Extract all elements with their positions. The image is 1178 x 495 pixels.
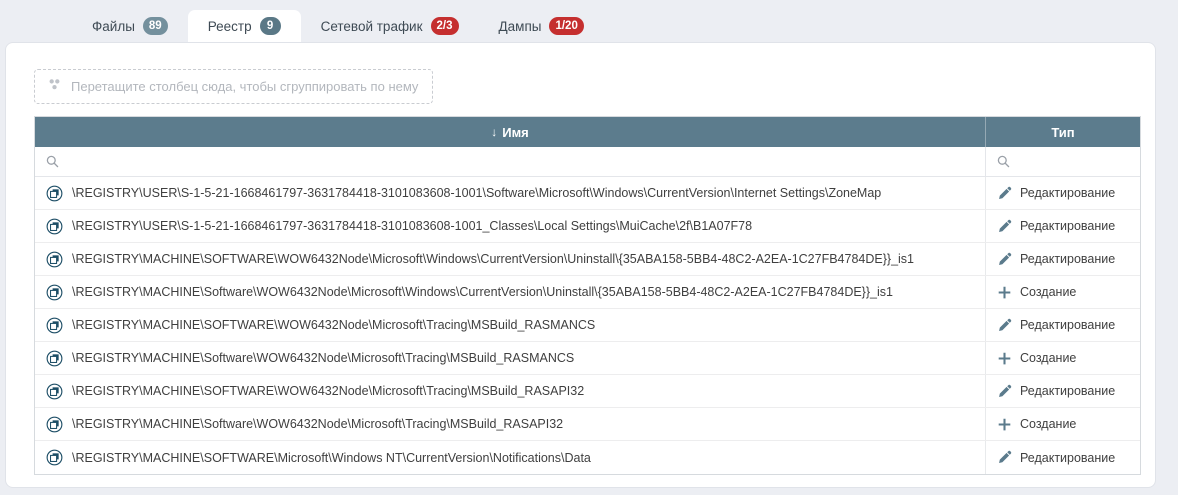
tab-registry[interactable]: Реестр 9: [188, 10, 301, 42]
registry-key-icon: [46, 284, 63, 301]
type-label: Создание: [1020, 285, 1076, 299]
table-row[interactable]: \REGISTRY\USER\S-1-5-21-1668461797-36317…: [35, 210, 1140, 243]
plus-icon: [996, 284, 1012, 300]
name-cell: \REGISTRY\MACHINE\SOFTWARE\WOW6432Node\M…: [35, 375, 985, 407]
pencil-icon: [996, 185, 1012, 201]
registry-path: \REGISTRY\MACHINE\Software\WOW6432Node\M…: [72, 285, 893, 299]
table-row[interactable]: \REGISTRY\MACHINE\SOFTWARE\WOW6432Node\M…: [35, 309, 1140, 342]
registry-path: \REGISTRY\MACHINE\Software\WOW6432Node\M…: [72, 351, 574, 365]
type-cell: Редактирование: [985, 441, 1140, 474]
name-filter-cell: [35, 147, 985, 176]
table-row[interactable]: \REGISTRY\MACHINE\Software\WOW6432Node\M…: [35, 276, 1140, 309]
tab-registry-label: Реестр: [208, 19, 252, 34]
registry-path: \REGISTRY\USER\S-1-5-21-1668461797-36317…: [72, 219, 752, 233]
table-row[interactable]: \REGISTRY\MACHINE\Software\WOW6432Node\M…: [35, 408, 1140, 441]
name-cell: \REGISTRY\MACHINE\SOFTWARE\Microsoft\Win…: [35, 441, 985, 474]
tab-network-traffic[interactable]: Сетевой трафик 2/3: [301, 10, 479, 42]
column-header-type[interactable]: Тип: [985, 117, 1140, 147]
name-cell: \REGISTRY\MACHINE\Software\WOW6432Node\M…: [35, 408, 985, 440]
name-cell: \REGISTRY\MACHINE\Software\WOW6432Node\M…: [35, 276, 985, 308]
type-label: Редактирование: [1020, 318, 1115, 332]
registry-path: \REGISTRY\USER\S-1-5-21-1668461797-36317…: [72, 186, 881, 200]
name-cell: \REGISTRY\MACHINE\Software\WOW6432Node\M…: [35, 342, 985, 374]
dumps-count-badge: 1/20: [549, 17, 583, 35]
tab-network-traffic-label: Сетевой трафик: [321, 19, 423, 34]
type-label: Создание: [1020, 351, 1076, 365]
tab-dumps-label: Дампы: [499, 19, 542, 34]
tab-dumps[interactable]: Дампы 1/20: [479, 10, 604, 42]
table-row[interactable]: \REGISTRY\USER\S-1-5-21-1668461797-36317…: [35, 177, 1140, 210]
pencil-icon: [996, 218, 1012, 234]
type-cell: Создание: [985, 276, 1140, 308]
type-cell: Создание: [985, 342, 1140, 374]
registry-key-icon: [46, 317, 63, 334]
registry-panel: Перетащите столбец сюда, чтобы сгруппиро…: [5, 42, 1156, 488]
registry-key-icon: [46, 449, 63, 466]
network-traffic-count-badge: 2/3: [431, 17, 459, 35]
type-label: Редактирование: [1020, 451, 1115, 465]
type-filter-input[interactable]: [1017, 155, 1178, 169]
column-header-name[interactable]: ↓ Имя: [35, 117, 985, 147]
registry-key-icon: [46, 416, 63, 433]
tab-files-label: Файлы: [92, 19, 135, 34]
name-cell: \REGISTRY\MACHINE\SOFTWARE\WOW6432Node\M…: [35, 243, 985, 275]
type-cell: Редактирование: [985, 210, 1140, 242]
type-cell: Редактирование: [985, 375, 1140, 407]
table-row[interactable]: \REGISTRY\MACHINE\Software\WOW6432Node\M…: [35, 342, 1140, 375]
tab-files[interactable]: Файлы 89: [72, 10, 188, 42]
registry-path: \REGISTRY\MACHINE\SOFTWARE\WOW6432Node\M…: [72, 318, 595, 332]
files-count-badge: 89: [143, 17, 168, 35]
type-label: Редактирование: [1020, 252, 1115, 266]
name-cell: \REGISTRY\USER\S-1-5-21-1668461797-36317…: [35, 177, 985, 209]
grid-header: ↓ Имя Тип: [35, 117, 1140, 147]
group-by-hint-text: Перетащите столбец сюда, чтобы сгруппиро…: [71, 79, 418, 94]
pencil-icon: [996, 317, 1012, 333]
registry-path: \REGISTRY\MACHINE\SOFTWARE\WOW6432Node\M…: [72, 252, 914, 266]
type-label: Создание: [1020, 417, 1076, 431]
registry-path: \REGISTRY\MACHINE\SOFTWARE\WOW6432Node\M…: [72, 384, 584, 398]
search-icon: [46, 155, 59, 168]
type-label: Редактирование: [1020, 186, 1115, 200]
type-cell: Редактирование: [985, 309, 1140, 341]
table-row[interactable]: \REGISTRY\MACHINE\SOFTWARE\WOW6432Node\M…: [35, 375, 1140, 408]
filter-row: [35, 147, 1140, 177]
name-filter-input[interactable]: [66, 155, 974, 169]
name-cell: \REGISTRY\USER\S-1-5-21-1668461797-36317…: [35, 210, 985, 242]
column-header-type-label: Тип: [1051, 125, 1074, 140]
registry-key-icon: [46, 383, 63, 400]
name-cell: \REGISTRY\MACHINE\SOFTWARE\WOW6432Node\M…: [35, 309, 985, 341]
registry-key-icon: [46, 218, 63, 235]
pencil-icon: [996, 383, 1012, 399]
column-header-name-label: Имя: [502, 125, 529, 140]
plus-icon: [996, 350, 1012, 366]
type-cell: Редактирование: [985, 243, 1140, 275]
registry-path: \REGISTRY\MACHINE\SOFTWARE\Microsoft\Win…: [72, 451, 591, 465]
type-label: Редактирование: [1020, 219, 1115, 233]
pencil-icon: [996, 251, 1012, 267]
type-cell: Создание: [985, 408, 1140, 440]
search-icon: [997, 155, 1010, 168]
registry-grid: ↓ Имя Тип: [34, 116, 1141, 475]
registry-key-icon: [46, 350, 63, 367]
registry-count-badge: 9: [260, 17, 281, 35]
table-row[interactable]: \REGISTRY\MACHINE\SOFTWARE\Microsoft\Win…: [35, 441, 1140, 474]
type-filter-cell: [985, 147, 1140, 176]
group-icon: [47, 77, 62, 95]
registry-key-icon: [46, 251, 63, 268]
sort-descending-icon: ↓: [491, 125, 497, 139]
group-by-drop-zone[interactable]: Перетащите столбец сюда, чтобы сгруппиро…: [34, 69, 433, 104]
plus-icon: [996, 416, 1012, 432]
type-cell: Редактирование: [985, 177, 1140, 209]
type-label: Редактирование: [1020, 384, 1115, 398]
tab-bar: Файлы 89 Реестр 9 Сетевой трафик 2/3 Дам…: [72, 10, 604, 42]
registry-key-icon: [46, 185, 63, 202]
registry-path: \REGISTRY\MACHINE\Software\WOW6432Node\M…: [72, 417, 563, 431]
table-row[interactable]: \REGISTRY\MACHINE\SOFTWARE\WOW6432Node\M…: [35, 243, 1140, 276]
pencil-icon: [996, 450, 1012, 466]
